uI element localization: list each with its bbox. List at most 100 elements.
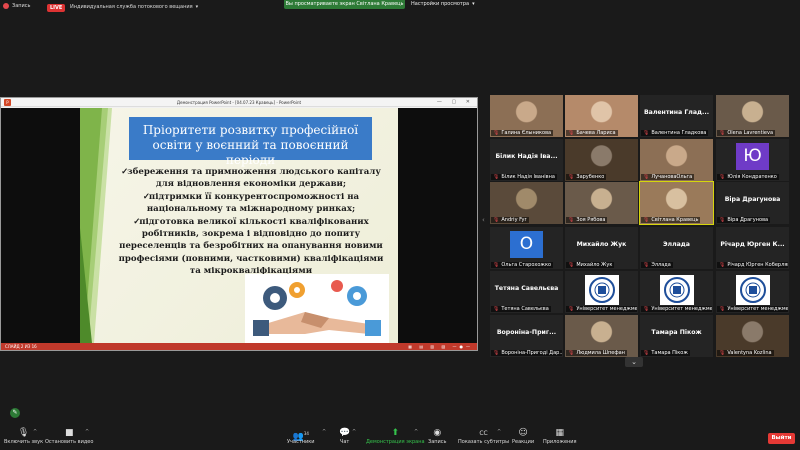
participant-tile[interactable]: Михайло Жук 🎙 Михайло Жук — [565, 227, 638, 269]
mic-muted-icon: 🎙 — [568, 217, 575, 223]
participant-tile[interactable]: О 🎙 Ольга Старохожко — [490, 227, 563, 269]
chevron-down-icon: ▾ — [472, 1, 475, 7]
participant-tile[interactable]: 🎙 Бачева Лариса — [565, 95, 638, 137]
mic-muted-icon: 🎙 — [493, 217, 500, 223]
live-badge[interactable]: LIVE — [47, 4, 66, 12]
avatar: О — [510, 231, 543, 258]
participant-tile[interactable]: Валентина Глад... 🎙 Валентина Гладкова — [640, 95, 713, 137]
mic-muted-icon: 🎙 — [568, 350, 575, 356]
subtitles-button[interactable]: CC Показать субтитры — [458, 428, 509, 445]
participant-label: 🎙 Тамара Пікож — [641, 350, 690, 356]
mic-muted-icon: 🎙 — [643, 174, 650, 180]
gallery-prev-icon[interactable]: ‹ — [482, 216, 485, 224]
mic-muted-icon: 🎙 — [493, 306, 500, 312]
reactions-button[interactable]: ☺ Реакции — [512, 428, 534, 445]
mic-muted-icon: 🎙 — [568, 262, 575, 268]
participant-label: 🎙 Юлія Кондратенко — [717, 174, 779, 180]
mic-muted-icon: 🎙 — [493, 130, 500, 136]
participant-tile[interactable]: Тамара Пікож 🎙 Тамара Пікож — [640, 315, 713, 357]
participant-tile[interactable]: 🎙 Зарубенко — [565, 139, 638, 181]
participant-label: 🎙 Світлана Кравець — [641, 217, 701, 223]
view-mode-icons: ▦ ▤ ▥ ▧ —●— — [408, 344, 473, 349]
participant-tile[interactable]: 🎙Університет менеджмент — [565, 271, 638, 313]
participant-tile[interactable]: 🎙 Andriy Fyr — [490, 182, 563, 224]
participant-label: 🎙Університет менеджмент — [566, 306, 637, 312]
security-shield-icon[interactable]: ✎ — [10, 408, 20, 418]
mic-muted-icon: 🎙 — [643, 130, 650, 136]
participant-tile[interactable]: 🎙Університет менеджмент — [640, 271, 713, 313]
slide-bullet: ✓збереження та примноження людського кап… — [121, 167, 381, 190]
participant-label: 🎙Університет менеджмент — [717, 306, 788, 312]
slide-bullet: ✓підготовка великої кількості кваліфіков… — [118, 216, 384, 277]
ppt-titlebar: P Демонстрация PowerPoint - [04.07.23 Кр… — [1, 98, 477, 107]
participant-tile[interactable]: 🎙Університет менеджмент — [716, 271, 789, 313]
participant-gallery: ‹ 🎙 Галина Єлыникова 🎙 Бачева Лариса Валенти… — [482, 95, 800, 367]
ppt-statusbar: СЛАЙД 2 ИЗ 16 ▦ ▤ ▥ ▧ —●— — [1, 343, 477, 350]
participant-label: 🎙Університет менеджмент — [641, 306, 712, 312]
chat-button[interactable]: 💬 Чат — [339, 428, 350, 445]
participant-label-text: Olena Lavrentieva — [727, 130, 774, 136]
chevron-up-icon[interactable]: ^ — [497, 429, 501, 435]
participant-tile[interactable]: 🎙 Світлана Кравець — [639, 181, 714, 225]
gallery-next-button[interactable]: ⌄ — [625, 357, 643, 367]
participant-label: 🎙 Бачева Лариса — [566, 130, 618, 136]
participant-name: Річард Юрген К... — [720, 241, 785, 248]
recording-indicator[interactable]: Запись — [3, 3, 30, 9]
participant-tile[interactable]: 🎙 Olena Lavrentieva — [716, 95, 789, 137]
participant-label-text: Віра Драгунова — [727, 217, 769, 223]
mic-muted-icon: 🎙 — [719, 262, 726, 268]
mic-muted-icon: 🎙 — [719, 306, 726, 312]
mic-muted-icon: 🎙 — [643, 306, 650, 312]
participants-icon: 👥34 — [292, 431, 309, 442]
participant-label-text: Тетяна Савельєва — [501, 306, 549, 312]
participant-tile[interactable]: Ю 🎙 Юлія Кондратенко — [716, 139, 789, 181]
powerpoint-icon: P — [4, 99, 11, 106]
participant-label-text: Галина Єлыникова — [501, 130, 552, 136]
participant-label-text: Юлія Кондратенко — [727, 174, 777, 180]
participant-label: 🎙 Валентина Гладкова — [641, 130, 709, 136]
record-icon: ◉ — [433, 428, 442, 438]
apps-button[interactable]: ▦ Приложения — [543, 428, 577, 445]
chevron-up-icon[interactable]: ^ — [33, 429, 37, 435]
participant-name: Валентина Глад... — [643, 109, 710, 116]
participants-button[interactable]: 👥34 Участники — [287, 428, 315, 445]
chevron-up-icon[interactable]: ^ — [322, 429, 326, 435]
participant-tile[interactable]: 🎙 Людмила Шпефан — [565, 315, 638, 357]
participant-tile[interactable]: 🎙 Valentyna Kozlina — [716, 315, 789, 357]
participant-tile[interactable]: Эллада 🎙 Эллада — [640, 227, 713, 269]
participant-label-text: Університет менеджмент — [576, 306, 637, 312]
participant-label: 🎙 Михайло Жук — [566, 262, 615, 268]
participant-tile[interactable]: Вороніна-Приг... 🎙 Вороніна-Пригоді Дар... — [490, 315, 563, 357]
record-button[interactable]: ◉ Запись — [428, 428, 446, 445]
participant-label-text: Andriy Fyr — [501, 217, 527, 223]
participant-tile[interactable]: Білик Надія Іва... 🎙 Білик Надія Іванівна — [490, 139, 563, 181]
view-options-button[interactable]: Настройки просмотра ▾ — [411, 1, 475, 7]
participant-tile[interactable]: Річард Юрген К... 🎙 Річард Юрген Коберляк — [716, 227, 789, 269]
chevron-up-icon[interactable]: ^ — [85, 429, 89, 435]
participant-label: 🎙 Olena Lavrentieva — [717, 130, 776, 136]
participant-tile[interactable]: Тетяна Савельєва 🎙 Тетяна Савельєва — [490, 271, 563, 313]
chevron-up-icon[interactable]: ^ — [414, 429, 418, 435]
participant-name: Эллада — [663, 241, 690, 248]
mic-muted-icon: 🎙 — [643, 350, 650, 356]
mic-muted-icon: 🎙 — [643, 217, 650, 223]
live-service-label[interactable]: Индивидуальная служба потокового вещания… — [70, 4, 198, 10]
mic-muted-icon: 🎙 — [719, 217, 726, 223]
slide-counter: СЛАЙД 2 ИЗ 16 — [5, 344, 37, 349]
participant-label-text: Эллада — [651, 262, 671, 268]
participant-tile[interactable]: 🎙 ЛучановаОльга — [640, 139, 713, 181]
mute-button[interactable]: 🎙 Включить звук — [4, 428, 43, 445]
participant-tile[interactable]: 🎙 Зоя Рябова — [565, 182, 638, 224]
window-controls-icon: — ▢ ✕ — [436, 99, 474, 105]
participant-label-text: Зарубенко — [576, 174, 605, 180]
participant-label-text: Людмила Шпефан — [576, 350, 625, 356]
participant-label-text: Тамара Пікож — [651, 350, 688, 356]
participant-tile[interactable]: Віра Драгунова 🎙 Віра Драгунова — [716, 182, 789, 224]
participant-label-text: Університет менеджмент — [651, 306, 712, 312]
participant-tile[interactable]: 🎙 Галина Єлыникова — [490, 95, 563, 137]
participant-label-text: Valentyna Kozlina — [727, 350, 772, 356]
mic-muted-icon: 🎙 — [719, 350, 726, 356]
leave-button[interactable]: Выйти — [768, 433, 795, 444]
participant-label-text: ЛучановаОльга — [651, 174, 693, 180]
chevron-up-icon[interactable]: ^ — [352, 429, 356, 435]
